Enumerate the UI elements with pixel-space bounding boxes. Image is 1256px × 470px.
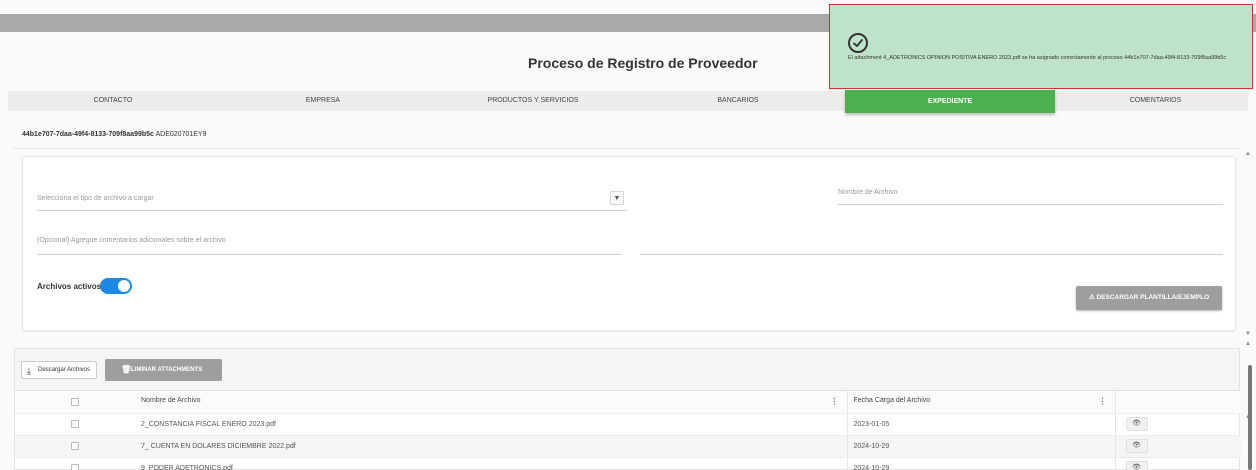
record-id: 44b1e707-7daa-49f4-8133-709f8aa99b5c [22, 131, 154, 138]
comments-placeholder: (Opcional) Agregue comentarios adicional… [37, 237, 226, 244]
success-toast[interactable]: El attachment 4_ADETRONICS OPINION POSIT… [829, 4, 1253, 89]
row-select-cell [15, 457, 135, 470]
download-icon: ⤓ [27, 366, 31, 376]
attachments-panel: ⤓ Descargar Archivos 🗑 ELIMINAR ATTACHME… [14, 348, 1241, 470]
page-title: Proceso de Registro de Proveedor [528, 55, 758, 71]
divider [14, 148, 1240, 149]
check-circle-icon [848, 33, 868, 53]
download-files-label: Descargar Archivos [38, 367, 91, 373]
active-files-label: Archivos activos [37, 282, 102, 291]
column-header-label: Nombre de Archivo [141, 397, 201, 405]
upload-date-cell: 2024-10-29 [846, 435, 1115, 458]
scroll-down-arrow-icon[interactable]: ▼ [1245, 331, 1251, 337]
tab-expediente[interactable]: EXPEDIENTE [845, 90, 1055, 113]
secondary-field[interactable] [640, 237, 1223, 255]
eye-icon[interactable]: 👁 [1125, 461, 1148, 470]
delete-attachments-label: ELIMINAR ATTACHMENTS [127, 367, 203, 373]
comments-field[interactable]: (Opcional) Agregue comentarios adicional… [37, 237, 622, 255]
select-all-cell [15, 391, 135, 414]
row-select-cell [15, 435, 135, 458]
kebab-menu-icon[interactable]: ⋮ [831, 397, 839, 406]
actions-cell: 👁 [1114, 457, 1241, 470]
scroll-up-arrow-icon[interactable]: ▲ [1245, 341, 1251, 347]
toggle-knob [118, 280, 130, 292]
record-id-line: 44b1e707-7daa-49f4-8133-709f8aa99b5c ADE… [22, 131, 206, 138]
tab-bancarios[interactable]: BANCARIOS [638, 91, 838, 111]
file-name-cell: 7_ CUENTA EN DOLARES DICIEMBRE 2022.pdf [135, 435, 847, 458]
form-scrollbar[interactable]: ▲ ▼ [1244, 151, 1254, 337]
eye-icon[interactable]: 👁 [1125, 439, 1148, 453]
eye-icon[interactable]: 👁 [1125, 417, 1148, 431]
delete-attachments-button[interactable]: 🗑 ELIMINAR ATTACHMENTS [105, 359, 222, 381]
warning-icon: ⚠ [1088, 294, 1095, 301]
column-header-upload-date[interactable]: Fecha Carga del Archivo ⋮ [846, 391, 1115, 414]
file-name-placeholder: Nombre de Archivo [838, 189, 898, 196]
file-name-cell: 9_PODER ADETRONICS.pdf [135, 457, 847, 470]
toast-message: El attachment 4_ADETRONICS OPINION POSIT… [848, 55, 1227, 61]
tab-empresa[interactable]: EMPRESA [218, 91, 428, 111]
actions-cell: 👁 [1114, 413, 1241, 436]
download-template-label: DESCARGAR PLANTILLA/EJEMPLO [1096, 294, 1210, 301]
column-header-file-name[interactable]: Nombre de Archivo ⋮ [135, 391, 847, 414]
file-name-field[interactable]: Nombre de Archivo [838, 189, 1223, 205]
column-header-label: Fecha Carga del Archivo [853, 397, 931, 405]
kebab-menu-icon[interactable]: ⋮ [1099, 397, 1107, 406]
record-code: ADE020701EY9 [155, 131, 207, 138]
actions-cell: 👁 [1114, 435, 1241, 458]
column-header-actions [1114, 391, 1241, 414]
trash-icon: 🗑 [121, 365, 132, 374]
table-row: 9_PODER ADETRONICS.pdf 2024-10-29 👁 [15, 457, 1241, 470]
select-all-checkbox[interactable] [71, 397, 79, 406]
caret-down-icon[interactable]: ▼ [610, 191, 624, 205]
attachments-table: Nombre de Archivo ⋮ Fecha Carga del Arch… [15, 391, 1241, 470]
table-row: 7_ CUENTA EN DOLARES DICIEMBRE 2022.pdf … [15, 435, 1241, 458]
tab-comentarios[interactable]: COMENTARIOS [1063, 91, 1248, 111]
row-checkbox[interactable] [71, 464, 79, 470]
row-checkbox[interactable] [71, 420, 79, 428]
table-row: 2_CONSTANCIA FISCAL ENERO 2023.pdf 2023-… [15, 413, 1241, 436]
file-type-placeholder: Selecciona el tipo de archivo a cargar [37, 195, 154, 202]
upload-form-card: Selecciona el tipo de archivo a cargar ▼… [22, 156, 1236, 331]
tab-productos-y-servicios[interactable]: PRODUCTOS Y SERVICIOS [428, 91, 638, 111]
download-template-button[interactable]: ⚠ DESCARGAR PLANTILLA/EJEMPLO [1076, 286, 1222, 310]
tab-contacto[interactable]: CONTACTO [8, 91, 218, 111]
attachments-toolbar: ⤓ Descargar Archivos 🗑 ELIMINAR ATTACHME… [15, 349, 1239, 391]
file-type-select[interactable]: Selecciona el tipo de archivo a cargar [37, 189, 627, 211]
scrollbar-thumb[interactable] [1248, 365, 1252, 470]
tab-bar: CONTACTO EMPRESA PRODUCTOS Y SERVICIOS B… [8, 90, 1248, 113]
active-files-toggle[interactable] [100, 278, 132, 294]
upload-date-cell: 2023-01-05 [846, 413, 1115, 436]
upload-date-cell: 2024-10-29 [846, 457, 1115, 470]
download-files-button[interactable]: ⤓ Descargar Archivos [21, 361, 97, 379]
row-select-cell [15, 413, 135, 436]
table-header-row: Nombre de Archivo ⋮ Fecha Carga del Arch… [15, 391, 1241, 414]
table-scrollbar[interactable]: ▲ ▲ [1244, 341, 1254, 470]
file-name-cell: 2_CONSTANCIA FISCAL ENERO 2023.pdf [135, 413, 847, 436]
row-checkbox[interactable] [71, 442, 79, 450]
scroll-up-arrow-icon[interactable]: ▲ [1245, 151, 1251, 157]
